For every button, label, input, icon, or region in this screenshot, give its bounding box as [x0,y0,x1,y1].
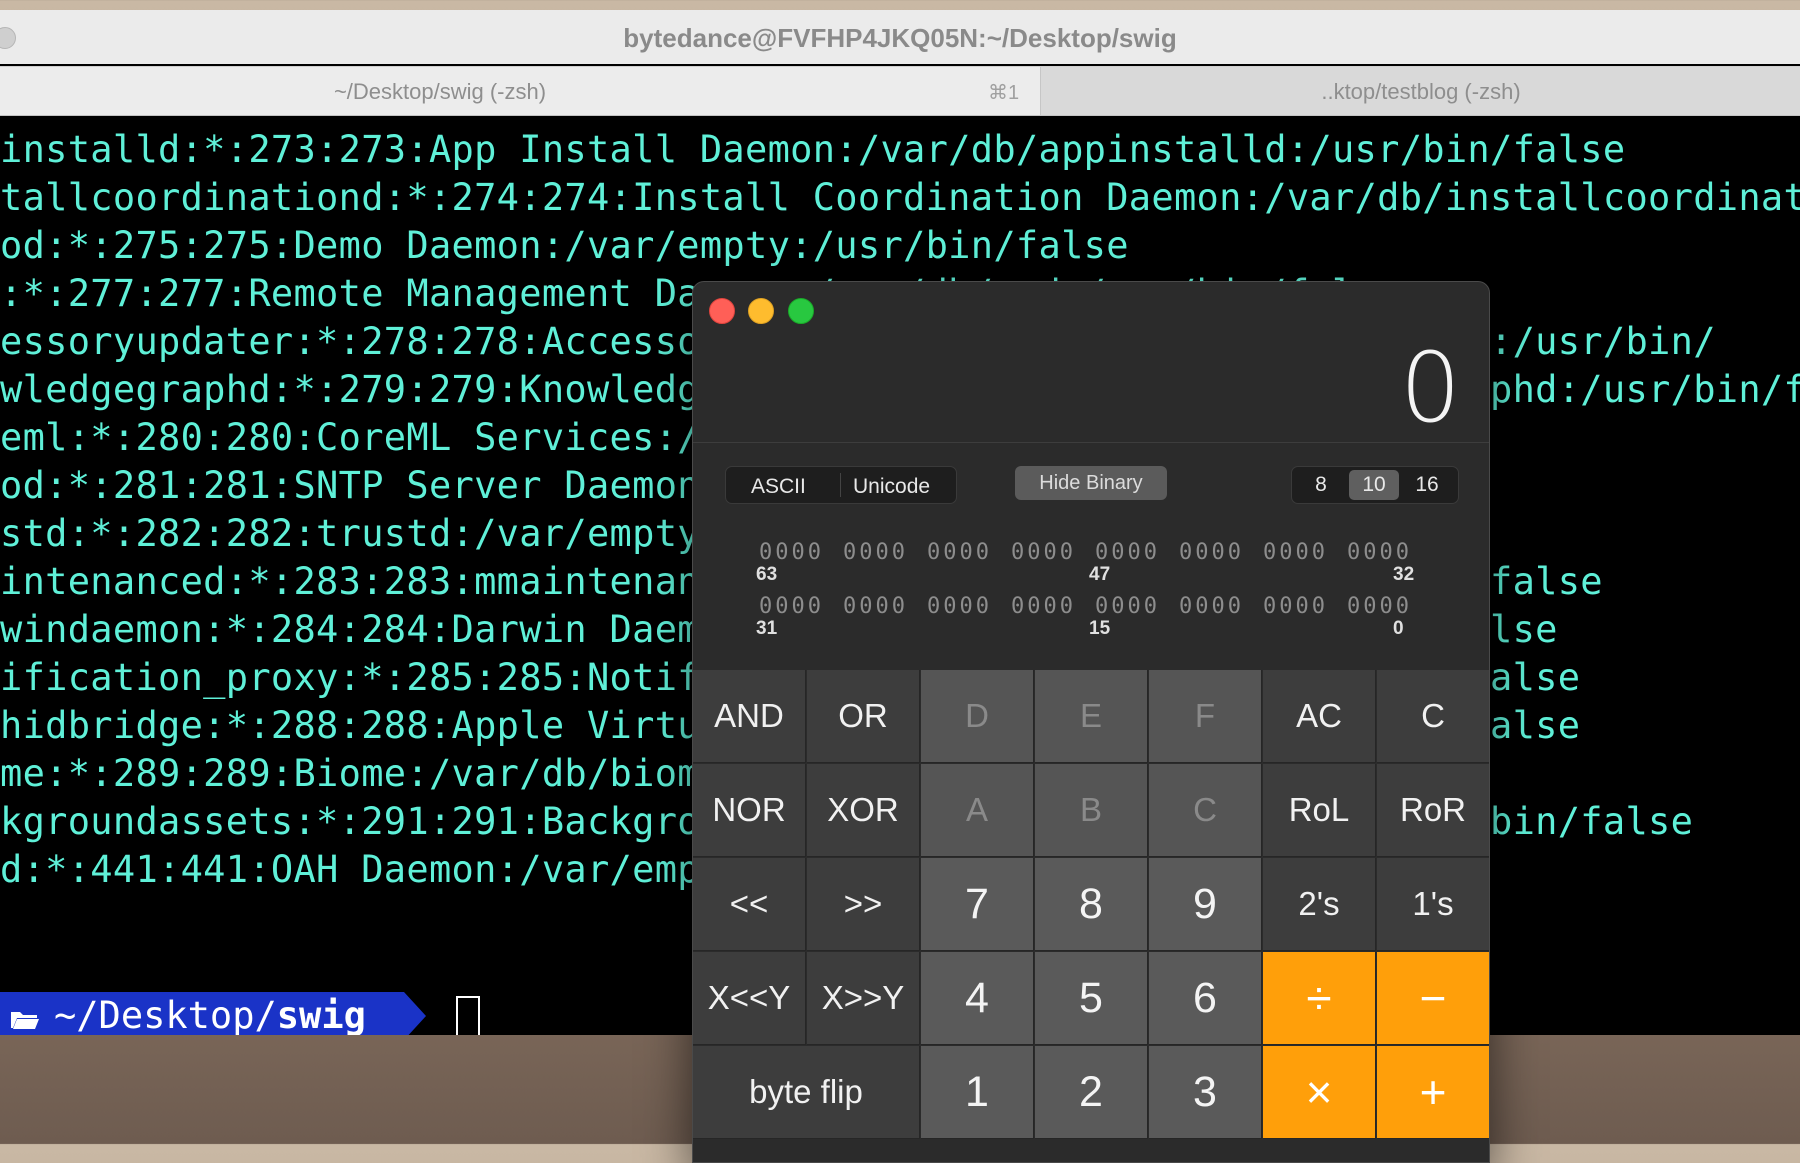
divide-button[interactable]: ÷ [1263,952,1376,1045]
ones-complement-button[interactable]: 1's [1377,858,1489,951]
text-cursor [456,996,480,1035]
bit-position-label: 63 [756,564,778,585]
hex-e-button[interactable]: E [1035,670,1148,763]
shift-left-y-button[interactable]: X<<Y [693,952,806,1045]
terminal-line: installd:*:273:273:App Install Daemon:/v… [0,128,1626,171]
multiply-button[interactable]: × [1263,1046,1376,1139]
terminal-titlebar: bytedance@FVFHP4JKQ05N:~/Desktop/swig [0,10,1800,64]
divider [840,473,841,497]
maximize-icon[interactable] [788,298,814,324]
binary-nibble[interactable]: 0000 [1179,594,1244,619]
base-16-button[interactable]: 16 [1402,470,1452,500]
binary-nibble[interactable]: 0000 [843,594,908,619]
rotate-right-button[interactable]: RoR [1377,764,1489,857]
binary-nibble[interactable]: 0000 [1347,540,1412,565]
subtract-button[interactable]: − [1377,952,1489,1045]
hex-f-button[interactable]: F [1149,670,1262,763]
bit-position-label: 15 [1089,618,1111,639]
digit-5-button[interactable]: 5 [1035,952,1148,1045]
tab-label: ~/Desktop/swig (-zsh) [333,79,547,104]
shift-right-button[interactable]: >> [807,858,920,951]
tab-shortcut: ⌘1 [988,82,1020,104]
xor-button[interactable]: XOR [807,764,920,857]
nor-button[interactable]: NOR [693,764,806,857]
terminal-tab-bar: ~/Desktop/swig (-zsh) ⌘1 ..ktop/testblog… [0,66,1800,116]
hex-d-button[interactable]: D [921,670,1034,763]
bit-position-label: 0 [1393,618,1404,639]
base-10-button[interactable]: 10 [1349,470,1399,500]
close-icon[interactable] [709,298,735,324]
binary-nibble[interactable]: 0000 [1263,540,1328,565]
binary-nibble[interactable]: 0000 [843,540,908,565]
tab-testblog[interactable]: ..ktop/testblog (-zsh) [1040,67,1800,115]
all-clear-button[interactable]: AC [1263,670,1376,763]
digit-3-button[interactable]: 3 [1149,1046,1262,1139]
binary-nibble[interactable]: 0000 [759,540,824,565]
binary-nibble[interactable]: 0000 [1095,594,1160,619]
shift-right-y-button[interactable]: X>>Y [807,952,920,1045]
bit-position-label: 47 [1089,564,1111,585]
prompt-path-dir: swig [276,994,366,1035]
digit-1-button[interactable]: 1 [921,1046,1034,1139]
twos-complement-button[interactable]: 2's [1263,858,1376,951]
digit-8-button[interactable]: 8 [1035,858,1148,951]
base-8-button[interactable]: 8 [1296,470,1346,500]
binary-nibble[interactable]: 0000 [759,594,824,619]
binary-nibble[interactable]: 0000 [1095,540,1160,565]
byte-flip-button[interactable]: byte flip [693,1046,920,1139]
or-button[interactable]: OR [807,670,920,763]
bit-position-label: 31 [756,618,778,639]
hex-c-button[interactable]: C [1149,764,1262,857]
divider [693,442,1489,443]
bit-position-label: 32 [1393,564,1415,585]
terminal-line: tallcoordinationd:*:274:274:Install Coor… [0,176,1800,219]
terminal-line: od:*:275:275:Demo Daemon:/var/empty:/usr… [0,224,1129,267]
clear-button[interactable]: C [1377,670,1489,763]
binary-nibble[interactable]: 0000 [1011,540,1076,565]
window-title: bytedance@FVFHP4JKQ05N:~/Desktop/swig [623,23,1177,53]
ascii-button[interactable]: ASCII [751,475,806,499]
and-button[interactable]: AND [693,670,806,763]
shift-left-button[interactable]: << [693,858,806,951]
unicode-button[interactable]: Unicode [853,475,930,499]
hex-b-button[interactable]: B [1035,764,1148,857]
binary-nibble[interactable]: 0000 [1011,594,1076,619]
binary-nibble[interactable]: 0000 [927,540,992,565]
calculator-display: 0 [1399,332,1461,444]
binary-nibble[interactable]: 0000 [1179,540,1244,565]
digit-7-button[interactable]: 7 [921,858,1034,951]
binary-nibble[interactable]: 0000 [927,594,992,619]
hide-binary-button[interactable]: Hide Binary [1015,466,1167,500]
folder-open-icon [11,1012,39,1029]
tab-label: ..ktop/testblog (-zsh) [1321,79,1521,104]
prompt-path-segment: ~/Desktop/swig [0,992,404,1035]
rotate-left-button[interactable]: RoL [1263,764,1376,857]
binary-nibble[interactable]: 0000 [1347,594,1412,619]
digit-6-button[interactable]: 6 [1149,952,1262,1045]
hex-a-button[interactable]: A [921,764,1034,857]
prompt-arrow-icon [404,992,426,1035]
base-toggle: 8 10 16 [1291,466,1459,504]
binary-nibble[interactable]: 0000 [1263,594,1328,619]
calculator-window: 0 ASCII Unicode Hide Binary 8 10 16 0000… [692,281,1490,1163]
digit-2-button[interactable]: 2 [1035,1046,1148,1139]
digit-9-button[interactable]: 9 [1149,858,1262,951]
encoding-toggle: ASCII Unicode [725,466,957,504]
add-button[interactable]: + [1377,1046,1489,1139]
minimize-icon[interactable] [748,298,774,324]
digit-4-button[interactable]: 4 [921,952,1034,1045]
tab-swig[interactable]: ~/Desktop/swig (-zsh) ⌘1 [0,67,1040,115]
prompt-path-prefix: ~/Desktop/ [54,994,277,1035]
